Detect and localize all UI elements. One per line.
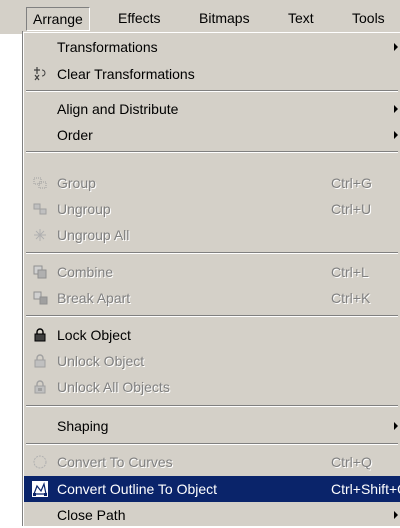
menu-item-label: Close Path	[57, 507, 126, 523]
menu-separator	[26, 252, 398, 254]
menu-item-label: Ungroup All	[57, 227, 130, 243]
menu-item-label: Unlock Object	[57, 353, 145, 369]
menu-item-label: Ungroup	[57, 201, 111, 217]
ungroup-all-icon	[34, 229, 46, 241]
menu-item-label: Shaping	[57, 418, 109, 434]
break-apart-icon	[33, 291, 48, 305]
group-icon	[33, 177, 47, 189]
submenu-arrow-icon	[394, 511, 398, 519]
submenu-arrow-icon	[394, 131, 398, 139]
menu-item-shortcut: Ctrl+Q	[331, 454, 372, 470]
menu-item-align-distribute[interactable]: Align and Distribute	[24, 96, 400, 122]
arrange-menu: Transformations Clear Transformations Al…	[23, 32, 400, 526]
menu-item-unlock-object[interactable]: Unlock Object	[24, 348, 400, 374]
menu-item-close-path[interactable]: Close Path	[24, 502, 400, 528]
menu-item-unlock-all-objects[interactable]: Unlock All Objects	[24, 374, 400, 400]
combine-icon	[33, 265, 47, 279]
menu-arrange[interactable]: Arrange	[26, 7, 90, 31]
menu-separator	[26, 151, 398, 153]
menu-item-shortcut: Ctrl+G	[331, 175, 372, 191]
menu-item-label: Align and Distribute	[57, 101, 179, 117]
menu-item-label: Lock Object	[57, 327, 131, 343]
menu-item-label: Group	[57, 175, 96, 191]
menu-item-clear-transformations[interactable]: Clear Transformations	[24, 61, 400, 87]
menu-item-order[interactable]: Order	[24, 122, 400, 148]
menu-separator	[26, 405, 398, 407]
menu-item-break-apart[interactable]: Break Apart Ctrl+K	[24, 285, 400, 311]
menu-item-shortcut: Ctrl+L	[331, 264, 369, 280]
menu-item-ungroup[interactable]: Ungroup Ctrl+U	[24, 196, 400, 222]
convert-outline-icon	[32, 481, 48, 497]
menu-item-shortcut: Ctrl+U	[331, 201, 372, 217]
menu-separator	[26, 315, 398, 317]
menu-item-label: Order	[57, 127, 93, 143]
menu-separator	[26, 90, 398, 92]
menu-separator	[26, 443, 398, 445]
submenu-arrow-icon	[394, 105, 398, 113]
unlock-icon	[34, 354, 46, 368]
menu-item-shaping[interactable]: Shaping	[24, 413, 400, 439]
menu-item-label: Combine	[57, 264, 114, 280]
submenu-arrow-icon	[394, 422, 398, 430]
menu-item-transformations[interactable]: Transformations	[24, 34, 400, 60]
menu-bitmaps[interactable]: Bitmaps	[193, 7, 256, 31]
menu-text[interactable]: Text	[282, 7, 320, 31]
lock-icon	[34, 328, 46, 342]
menu-item-ungroup-all[interactable]: Ungroup All	[24, 222, 400, 248]
menu-item-convert-to-curves[interactable]: Convert To Curves Ctrl+Q	[24, 449, 400, 475]
menu-item-lock-object[interactable]: Lock Object	[24, 322, 400, 348]
ungroup-icon	[33, 203, 47, 215]
clear-transform-icon	[34, 67, 46, 81]
menu-item-shortcut: Ctrl+K	[331, 290, 371, 306]
menu-item-label: Unlock All Objects	[57, 379, 170, 395]
menu-item-label: Transformations	[57, 39, 158, 55]
menu-item-shortcut: Ctrl+Shift+Q	[331, 481, 400, 497]
submenu-arrow-icon	[394, 43, 398, 51]
convert-to-curves-icon	[33, 455, 47, 469]
menu-item-group[interactable]: Group Ctrl+G	[24, 170, 400, 196]
menu-item-label: Break Apart	[57, 290, 131, 306]
menu-item-label: Convert To Curves	[57, 454, 173, 470]
menu-item-label: Convert Outline To Object	[57, 481, 218, 497]
unlock-all-icon	[34, 380, 46, 394]
menu-tools[interactable]: Tools	[346, 7, 391, 31]
menu-item-label: Clear Transformations	[57, 66, 195, 82]
menu-effects[interactable]: Effects	[112, 7, 167, 31]
menu-bar: Arrange Effects Bitmaps Text Tools	[0, 0, 400, 34]
menu-item-combine[interactable]: Combine Ctrl+L	[24, 259, 400, 285]
menu-item-convert-outline-to-object[interactable]: Convert Outline To Object Ctrl+Shift+Q	[24, 476, 400, 502]
